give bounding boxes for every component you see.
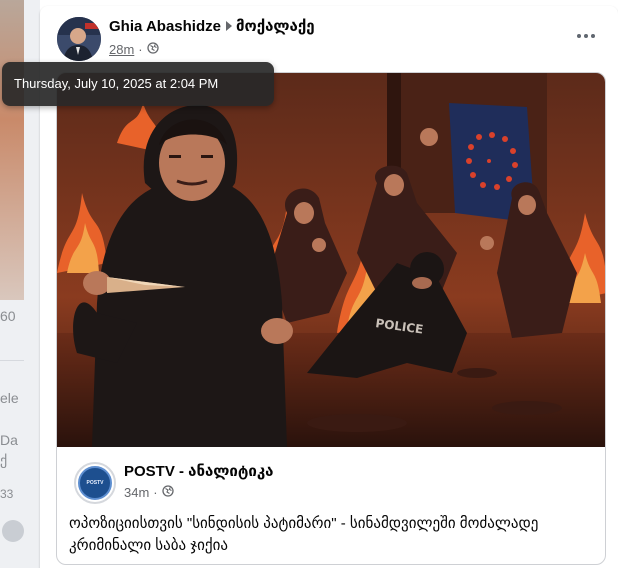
- timestamp-link[interactable]: 28m: [109, 42, 134, 57]
- background-text: ქ: [0, 452, 8, 468]
- separator-dot: ·: [138, 42, 143, 57]
- more-dot: [591, 34, 595, 38]
- background-text: 33: [0, 487, 14, 501]
- background-photo: [0, 0, 24, 300]
- page-avatar[interactable]: POSTV: [74, 462, 116, 504]
- author-avatar[interactable]: [57, 17, 101, 61]
- background-text: 60: [0, 308, 16, 324]
- shared-timestamp[interactable]: 34m: [124, 485, 149, 500]
- globe-icon: [146, 42, 159, 57]
- background-text: Da: [0, 432, 18, 448]
- background-text: ele: [0, 390, 19, 406]
- shared-post-meta: 34m ·: [124, 485, 174, 500]
- globe-icon: [161, 485, 174, 500]
- shared-post[interactable]: POLICE POSTV POSTV - ანალიტიკა 34m · ოპო…: [56, 72, 606, 565]
- post-meta: 28m ·: [109, 42, 159, 57]
- post-header: Ghia Abashidze მოქალაქე: [109, 17, 315, 37]
- arrow-right-icon: [225, 21, 232, 31]
- separator-dot: ·: [153, 485, 158, 500]
- more-options-button[interactable]: [568, 22, 604, 50]
- shared-post-header: POSTV POSTV - ანალიტიკა 34m · ოპოზიციისთ…: [57, 447, 605, 564]
- page-name[interactable]: POSTV - ანალიტიკა: [124, 462, 273, 480]
- postv-logo: POSTV: [78, 466, 112, 500]
- timestamp-tooltip: Thursday, July 10, 2025 at 2:04 PM: [2, 62, 274, 106]
- author-name[interactable]: Ghia Abashidze: [109, 18, 221, 35]
- more-dot: [584, 34, 588, 38]
- divider: [0, 360, 24, 361]
- avatar: [2, 520, 24, 542]
- target-profile[interactable]: მოქალაქე: [236, 18, 315, 35]
- shared-image[interactable]: POLICE: [57, 73, 605, 447]
- shared-post-text: ოპოზიციისთვის "სინდისის პატიმარი" - სინა…: [69, 515, 539, 554]
- more-dot: [577, 34, 581, 38]
